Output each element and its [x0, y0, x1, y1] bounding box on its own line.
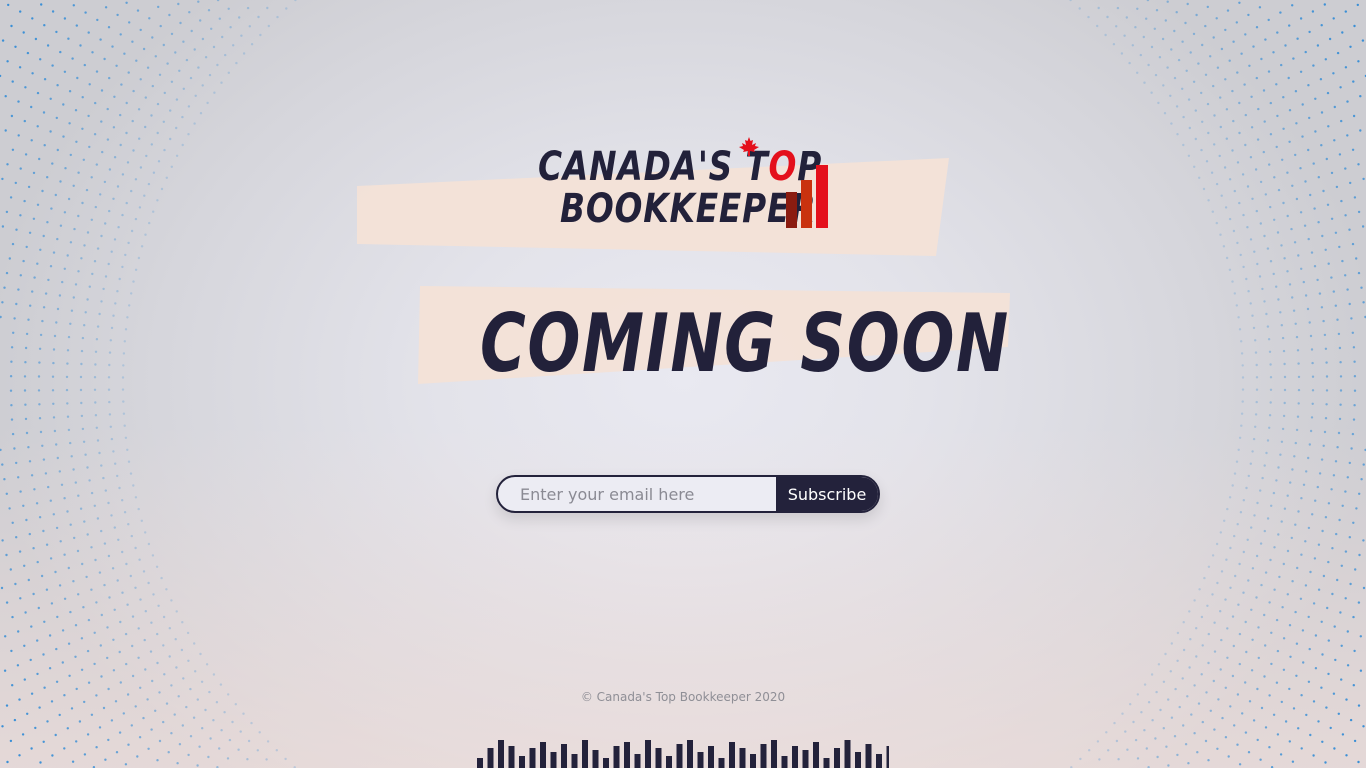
equalizer-bars-decoration	[477, 740, 889, 768]
coming-soon-headline: COMING SOON	[480, 297, 1010, 390]
logo-text-prefix: CANADA'S T	[538, 144, 769, 190]
copyright-footer: © Canada's Top Bookkeeper 2020	[580, 690, 786, 704]
subscribe-form: Subscribe	[496, 475, 880, 513]
maple-leaf-icon	[739, 137, 759, 156]
subscribe-button[interactable]: Subscribe	[776, 477, 878, 511]
logo-line-2: BOOKKEEPER	[560, 186, 817, 232]
logo-line-1: CANADA'S TOP	[538, 144, 822, 190]
bar-chart-icon	[786, 165, 828, 228]
email-input[interactable]	[498, 477, 776, 511]
